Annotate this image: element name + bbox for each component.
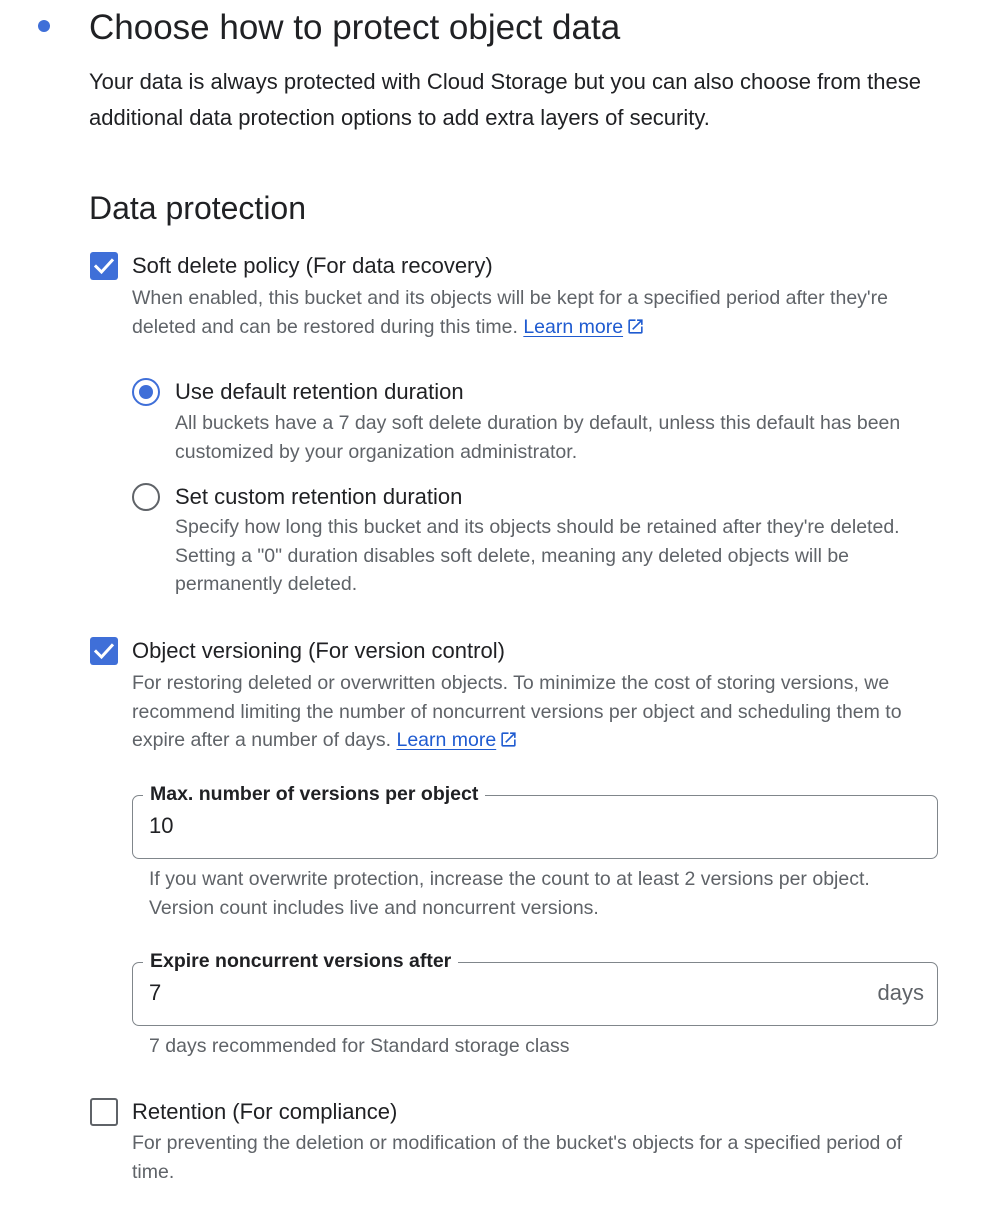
- max-versions-helper-text: If you want overwrite protection, increa…: [149, 868, 870, 919]
- object-versioning-label: Object versioning (For version control): [132, 638, 505, 663]
- default-retention-description: All buckets have a 7 day soft delete dur…: [175, 412, 901, 463]
- soft-delete-learn-more-link[interactable]: Learn more: [523, 316, 645, 338]
- radio-selected-dot: [139, 385, 153, 399]
- custom-retention-description: Specify how long this bucket and its obj…: [175, 516, 900, 595]
- external-link-icon: [501, 732, 516, 747]
- object-versioning-description: For restoring deleted or overwritten obj…: [132, 672, 902, 751]
- expire-noncurrent-field[interactable]: Expire noncurrent versions after 7 days: [132, 947, 938, 1026]
- versioning-learn-more-link[interactable]: Learn more: [396, 729, 518, 751]
- expire-noncurrent-field-label: Expire noncurrent versions after: [143, 947, 459, 975]
- section-title: Data protection: [89, 190, 307, 226]
- expire-days-suffix: days: [877, 980, 924, 1005]
- step-intro: Your data is always protected with Cloud…: [89, 69, 922, 130]
- max-versions-input[interactable]: 10: [149, 811, 173, 841]
- expire-noncurrent-input[interactable]: 7: [149, 978, 161, 1008]
- checkmark-icon: [93, 258, 115, 275]
- default-retention-label: Use default retention duration: [175, 379, 464, 404]
- checkmark-icon: [93, 643, 115, 660]
- custom-retention-radio[interactable]: [132, 483, 160, 511]
- soft-delete-label: Soft delete policy (For data recovery): [132, 253, 493, 278]
- soft-delete-checkbox[interactable]: [90, 252, 118, 280]
- expire-noncurrent-helper-text: 7 days recommended for Standard storage …: [149, 1035, 570, 1057]
- default-retention-radio[interactable]: [132, 378, 160, 406]
- retention-label: Retention (For compliance): [132, 1099, 398, 1124]
- step-indicator-dot: [38, 20, 50, 32]
- external-link-icon: [628, 318, 643, 334]
- object-versioning-checkbox[interactable]: [90, 637, 118, 665]
- max-versions-field-label: Max. number of versions per object: [143, 780, 486, 808]
- retention-checkbox[interactable]: [90, 1098, 118, 1126]
- soft-delete-description: When enabled, this bucket and its object…: [132, 287, 888, 338]
- step-title: Choose how to protect object data: [89, 8, 621, 47]
- max-versions-field[interactable]: Max. number of versions per object 10: [132, 780, 938, 859]
- retention-description: For preventing the deletion or modificat…: [132, 1132, 903, 1183]
- custom-retention-label: Set custom retention duration: [175, 484, 463, 509]
